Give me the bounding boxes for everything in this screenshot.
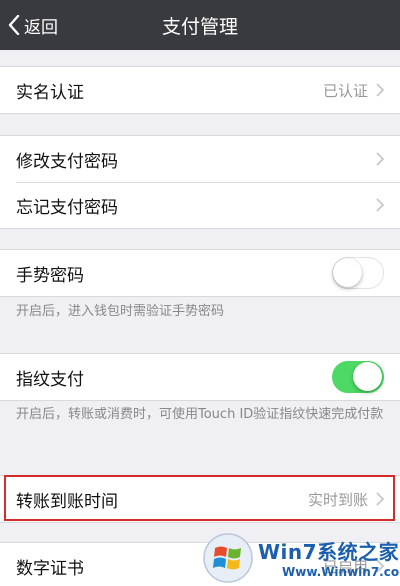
transfer-group: 转账到账时间 实时到账 bbox=[0, 475, 400, 523]
verify-group: 实名认证 已认证 bbox=[0, 66, 400, 114]
chevron-right-icon bbox=[376, 152, 384, 166]
chevron-right-icon bbox=[376, 492, 384, 506]
watermark-url: Www.Winwin7.com bbox=[282, 565, 400, 579]
fingerprint-label: 指纹支付 bbox=[16, 369, 84, 390]
verify-row[interactable]: 实名认证 已认证 bbox=[0, 67, 400, 113]
transfer-time-label: 转账到账时间 bbox=[16, 491, 118, 512]
verify-status: 已认证 bbox=[322, 81, 368, 100]
forgot-password-label: 忘记支付密码 bbox=[16, 197, 118, 218]
navigation-bar: 返回 支付管理 bbox=[0, 0, 400, 50]
fingerprint-row: 指纹支付 bbox=[0, 354, 400, 400]
forgot-password-row[interactable]: 忘记支付密码 bbox=[0, 182, 400, 228]
change-password-row[interactable]: 修改支付密码 bbox=[0, 136, 400, 182]
watermark: Win7系统之家 Www.Winwin7.com bbox=[200, 532, 400, 586]
gesture-row: 手势密码 bbox=[0, 250, 400, 296]
gesture-label: 手势密码 bbox=[16, 265, 84, 286]
windows-logo-icon bbox=[203, 533, 253, 583]
gesture-group: 手势密码 bbox=[0, 249, 400, 297]
gesture-hint: 开启后，进入钱包时需验证手势密码 bbox=[16, 304, 225, 319]
transfer-time-row[interactable]: 转账到账时间 实时到账 bbox=[0, 476, 400, 522]
fingerprint-group: 指纹支付 bbox=[0, 353, 400, 401]
chevron-right-icon bbox=[376, 83, 384, 97]
watermark-text: Win7系统之家 bbox=[258, 540, 400, 564]
toggle-knob bbox=[353, 362, 382, 391]
gesture-toggle[interactable] bbox=[332, 257, 384, 289]
fingerprint-toggle[interactable] bbox=[332, 361, 384, 393]
password-group: 修改支付密码 忘记支付密码 bbox=[0, 135, 400, 229]
verify-label: 实名认证 bbox=[16, 82, 84, 103]
change-password-label: 修改支付密码 bbox=[16, 151, 118, 172]
page-title: 支付管理 bbox=[161, 15, 238, 38]
chevron-right-icon bbox=[376, 198, 384, 212]
toggle-knob bbox=[333, 258, 362, 287]
transfer-time-value: 实时到账 bbox=[307, 490, 368, 509]
fingerprint-hint: 开启后，转账或消费时，可使用Touch ID验证指纹快速完成付款 bbox=[16, 407, 384, 422]
